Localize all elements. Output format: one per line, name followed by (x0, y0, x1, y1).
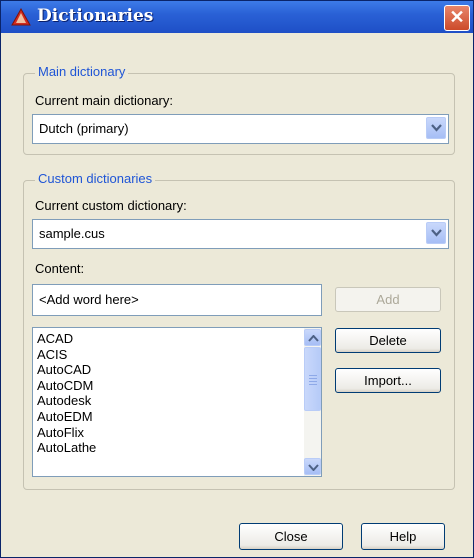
list-item[interactable]: ACIS (37, 347, 96, 363)
main-dictionary-select[interactable]: Dutch (primary) (32, 114, 449, 144)
close-button[interactable]: Close (239, 523, 343, 550)
title-bar[interactable]: Dictionaries ✕ (1, 1, 473, 33)
custom-dictionaries-legend: Custom dictionaries (35, 171, 156, 186)
autocad-icon (10, 7, 32, 27)
custom-dictionary-select[interactable]: sample.cus (32, 219, 449, 249)
scrollbar-thumb[interactable] (304, 347, 321, 411)
word-list[interactable]: ACAD ACIS AutoCAD AutoCDM Autodesk AutoEDM Aut… (32, 327, 322, 477)
list-item[interactable]: AutoCDM (37, 378, 96, 394)
help-button[interactable]: Help (361, 523, 445, 550)
dictionaries-dialog: Dictionaries ✕ Main dictionary Current m… (0, 0, 474, 558)
custom-dictionary-value: sample.cus (39, 226, 105, 241)
delete-button[interactable]: Delete (335, 328, 441, 353)
chevron-down-icon[interactable] (426, 117, 446, 139)
add-button[interactable]: Add (335, 287, 441, 312)
scroll-down-icon[interactable] (304, 458, 321, 475)
list-item[interactable]: Autodesk (37, 393, 96, 409)
add-word-input[interactable]: <Add word here> (32, 284, 322, 316)
content-label: Content: (35, 261, 85, 276)
main-dictionary-legend: Main dictionary (35, 64, 129, 79)
main-dictionary-value: Dutch (primary) (39, 121, 129, 136)
current-custom-dictionary-label: Current custom dictionary: (35, 198, 187, 213)
add-word-input-text: <Add word here> (39, 292, 139, 307)
list-item[interactable]: AutoEDM (37, 409, 96, 425)
list-item[interactable]: AutoLathe (37, 440, 96, 456)
list-item[interactable]: ACAD (37, 331, 96, 347)
close-window-button[interactable]: ✕ (444, 5, 470, 31)
current-main-dictionary-label: Current main dictionary: (35, 93, 173, 108)
list-item[interactable]: AutoCAD (37, 362, 96, 378)
word-list-items: ACAD ACIS AutoCAD AutoCDM Autodesk AutoEDM Aut… (37, 331, 96, 456)
window-title: Dictionaries (37, 6, 154, 26)
list-item[interactable]: AutoFlix (37, 425, 96, 441)
import-button[interactable]: Import... (335, 368, 441, 393)
chevron-down-icon[interactable] (426, 222, 446, 244)
scroll-up-icon[interactable] (304, 329, 321, 346)
word-list-scrollbar[interactable] (304, 328, 321, 476)
